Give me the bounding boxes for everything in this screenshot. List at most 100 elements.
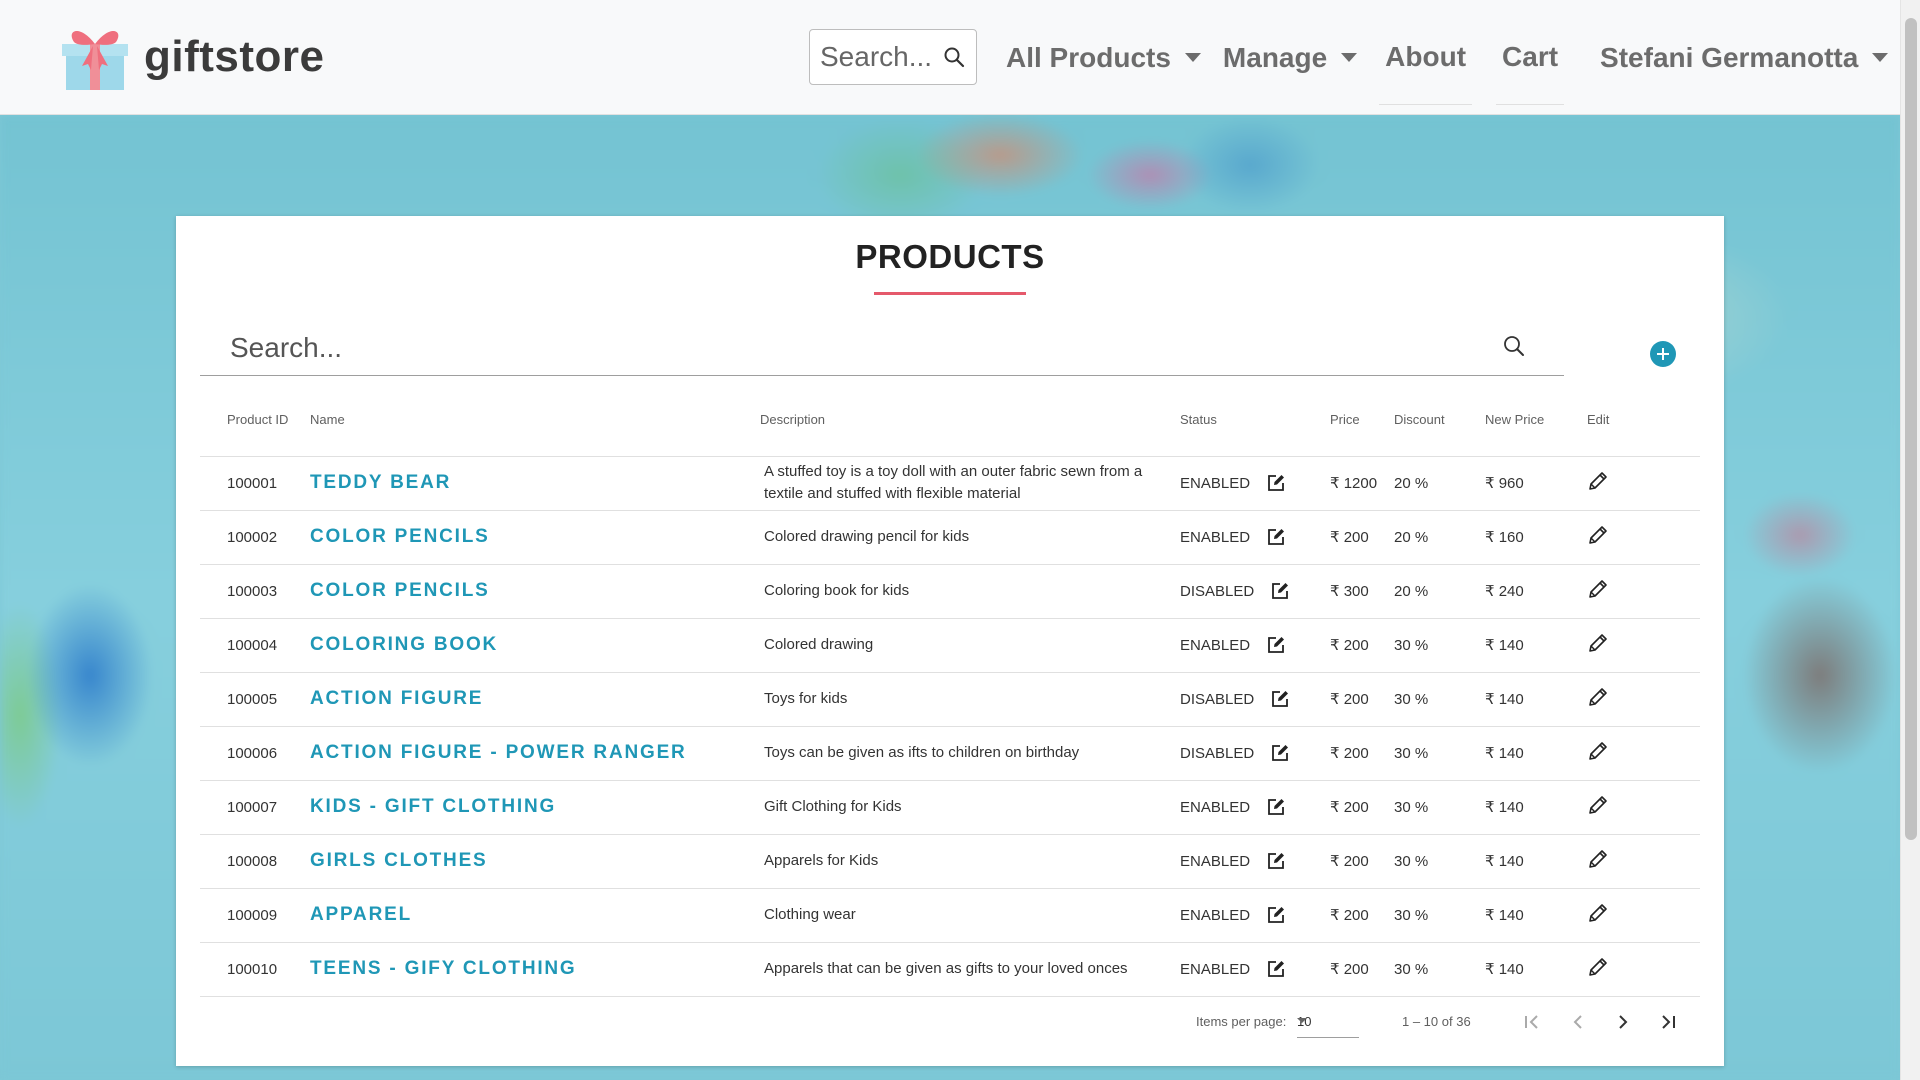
- caret-down-icon: [1341, 53, 1358, 62]
- new-price: ₹ 140: [1485, 780, 1587, 835]
- scrollbar-thumb[interactable]: [1905, 18, 1917, 840]
- pencil-icon[interactable]: [1587, 470, 1609, 492]
- nav-manage[interactable]: Manage: [1222, 30, 1358, 86]
- price: ₹ 200: [1330, 942, 1394, 997]
- table-header-row: Product ID Name Description Status Price…: [200, 384, 1700, 457]
- last-page-icon[interactable]: [1654, 1008, 1682, 1036]
- chevron-right-icon[interactable]: [1609, 1008, 1637, 1036]
- product-name-link[interactable]: ACTION FIGURE: [310, 672, 760, 727]
- product-name-link[interactable]: COLOR PENCILS: [310, 564, 760, 619]
- chevron-left-icon[interactable]: [1564, 1008, 1592, 1036]
- caret-down-icon: [1297, 1018, 1307, 1023]
- edit-cell: [1587, 564, 1700, 619]
- edit-square-icon[interactable]: [1266, 905, 1286, 925]
- nav-about[interactable]: About: [1379, 11, 1473, 105]
- product-name-link[interactable]: TEENS - GIFY CLOTHING: [310, 942, 760, 997]
- items-per-page-select[interactable]: 10: [1297, 1004, 1359, 1038]
- first-page-icon[interactable]: [1518, 1008, 1546, 1036]
- edit-cell: [1587, 834, 1700, 889]
- col-header-price: Price: [1330, 384, 1394, 457]
- nav-search-input[interactable]: [820, 41, 930, 73]
- nav-user-menu[interactable]: Stefani Germanotta: [1600, 30, 1889, 86]
- product-name-link[interactable]: COLOR PENCILS: [310, 510, 760, 565]
- edit-square-icon[interactable]: [1266, 959, 1286, 979]
- edit-square-icon[interactable]: [1266, 473, 1286, 493]
- status-cell: ENABLED: [1180, 456, 1330, 511]
- nav-search-box: [809, 29, 977, 85]
- nav-menu: All Products Manage About Cart Stefani G…: [1006, 0, 1889, 115]
- pencil-icon[interactable]: [1587, 740, 1609, 762]
- plus-circle-icon: [1657, 348, 1669, 360]
- pencil-icon[interactable]: [1587, 578, 1609, 600]
- product-name-link[interactable]: GIRLS CLOTHES: [310, 834, 760, 889]
- edit-square-icon[interactable]: [1270, 689, 1290, 709]
- pencil-icon[interactable]: [1587, 902, 1609, 924]
- product-name-link[interactable]: ACTION FIGURE - POWER RANGER: [310, 726, 760, 781]
- edit-square-icon[interactable]: [1266, 797, 1286, 817]
- edit-square-icon[interactable]: [1270, 743, 1290, 763]
- col-header-product-id: Product ID: [200, 384, 310, 457]
- search-icon[interactable]: [942, 45, 966, 69]
- product-description: Apparels that can be given as gifts to y…: [760, 942, 1180, 997]
- status-text: DISABLED: [1180, 744, 1255, 762]
- product-id: 100003: [200, 564, 310, 619]
- pencil-icon[interactable]: [1587, 632, 1609, 654]
- products-card: PRODUCTS Product ID Name Description Sta…: [176, 216, 1724, 1066]
- product-name-link[interactable]: APPAREL: [310, 888, 760, 943]
- table-row: 100002 COLOR PENCILS Colored drawing penci…: [200, 510, 1700, 565]
- status-cell: DISABLED: [1180, 564, 1330, 619]
- product-id: 100009: [200, 888, 310, 943]
- nav-user-name: Stefani Germanotta: [1600, 41, 1859, 73]
- product-description: Coloring book for kids: [760, 564, 1180, 619]
- table-search-box: [200, 320, 1564, 376]
- nav-all-products[interactable]: All Products: [1006, 30, 1201, 86]
- pencil-icon[interactable]: [1587, 686, 1609, 708]
- product-id: 100008: [200, 834, 310, 889]
- table-row: 100005 ACTION FIGURE Toys for kids DISABLED…: [200, 672, 1700, 727]
- product-name-link[interactable]: COLORING BOOK: [310, 618, 760, 673]
- pencil-icon[interactable]: [1587, 794, 1609, 816]
- price: ₹ 200: [1330, 618, 1394, 673]
- discount: 30 %: [1394, 888, 1485, 943]
- table-search-input[interactable]: [200, 331, 1500, 364]
- table-row: 100009 APPAREL Clothing wear ENABLED ₹ 200 30…: [200, 888, 1700, 943]
- products-table: Product ID Name Description Status Price…: [200, 384, 1700, 997]
- product-id: 100004: [200, 618, 310, 673]
- discount: 30 %: [1394, 942, 1485, 997]
- table-row: 100010 TEENS - GIFY CLOTHING Apparels that…: [200, 942, 1700, 997]
- price: ₹ 200: [1330, 888, 1394, 943]
- items-per-page-label: Items per page:: [1196, 1014, 1287, 1029]
- pencil-icon[interactable]: [1587, 848, 1609, 870]
- search-icon[interactable]: [1502, 334, 1526, 358]
- col-header-edit: Edit: [1587, 384, 1700, 457]
- product-name-link[interactable]: KIDS - GIFT CLOTHING: [310, 780, 760, 835]
- edit-square-icon[interactable]: [1266, 851, 1286, 871]
- page-scrollbar[interactable]: [1900, 0, 1920, 1080]
- new-price: ₹ 240: [1485, 564, 1587, 619]
- brand[interactable]: giftstore: [60, 22, 325, 92]
- edit-cell: [1587, 942, 1700, 997]
- pencil-icon[interactable]: [1587, 956, 1609, 978]
- top-navbar: giftstore All Products Manage About Cart…: [0, 0, 1900, 115]
- nav-cart[interactable]: Cart: [1496, 11, 1565, 105]
- status-cell: ENABLED: [1180, 780, 1330, 835]
- edit-cell: [1587, 672, 1700, 727]
- add-product-button[interactable]: [1650, 341, 1676, 367]
- edit-square-icon[interactable]: [1270, 581, 1290, 601]
- product-description: Gift Clothing for Kids: [760, 780, 1180, 835]
- edit-square-icon[interactable]: [1266, 527, 1286, 547]
- product-description: Clothing wear: [760, 888, 1180, 943]
- nav-about-label: About: [1385, 41, 1467, 72]
- product-name-link[interactable]: TEDDY BEAR: [310, 456, 760, 511]
- caret-down-icon: [1872, 53, 1889, 62]
- status-text: ENABLED: [1180, 906, 1251, 924]
- pencil-icon[interactable]: [1587, 524, 1609, 546]
- edit-square-icon[interactable]: [1266, 635, 1286, 655]
- nav-manage-label: Manage: [1222, 41, 1328, 73]
- price: ₹ 200: [1330, 510, 1394, 565]
- product-description: A stuffed toy is a toy doll with an oute…: [760, 456, 1180, 511]
- product-id: 100007: [200, 780, 310, 835]
- status-text: ENABLED: [1180, 852, 1251, 870]
- new-price: ₹ 960: [1485, 456, 1587, 511]
- price: ₹ 200: [1330, 780, 1394, 835]
